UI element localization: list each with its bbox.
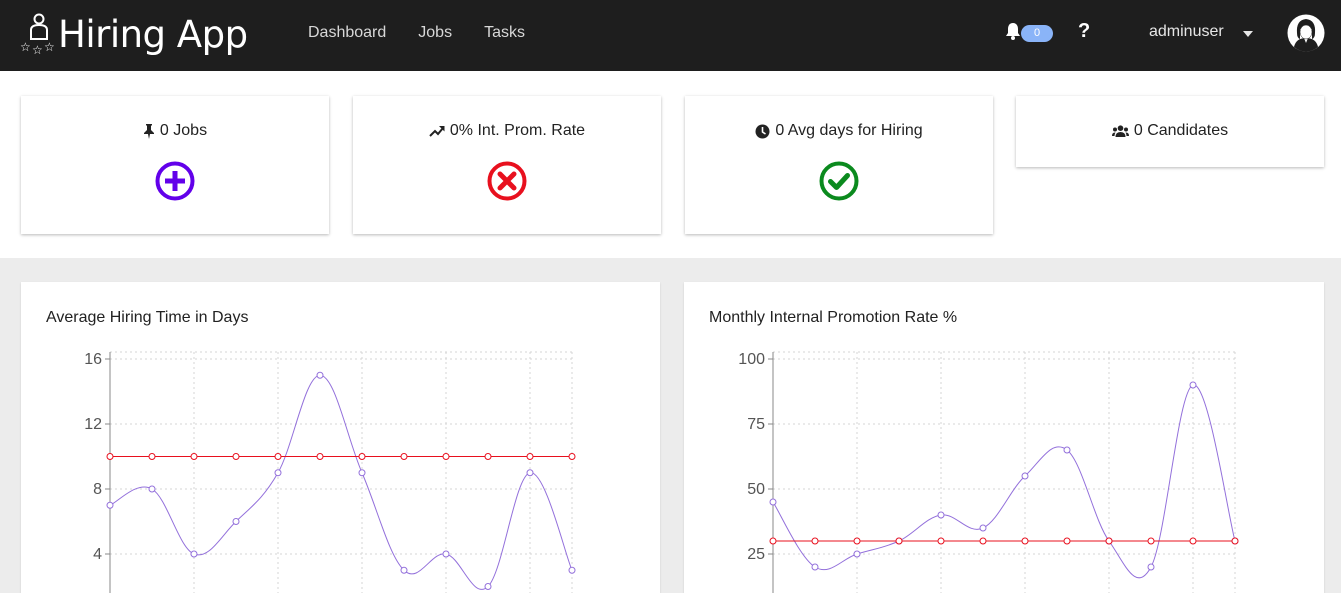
users-icon: [1111, 124, 1129, 137]
y-tick-label: 25: [747, 546, 765, 563]
series-point-0: [106, 501, 114, 509]
series-point-1: [358, 453, 366, 460]
series-point-1: [400, 453, 408, 460]
nav-dashboard[interactable]: Dashboard: [308, 24, 386, 42]
user-avatar-icon[interactable]: [1287, 14, 1325, 52]
series-point-0: [316, 371, 324, 379]
nav-tasks[interactable]: Tasks: [484, 24, 525, 42]
notification-badge[interactable]: 0: [1021, 25, 1053, 42]
clock-icon: [755, 124, 770, 138]
trend-up-icon: [429, 126, 445, 137]
series-point-1: [769, 537, 777, 545]
svg-text:☆: ☆: [20, 40, 31, 54]
kpi-label-candidates: 0 Candidates: [1133, 122, 1229, 139]
chart-grid: [773, 351, 1236, 593]
svg-text:☆: ☆: [44, 40, 55, 54]
series-point-0: [1021, 472, 1029, 480]
series-point-1: [442, 453, 450, 460]
series-point-1: [1189, 537, 1197, 545]
chart-hiring-time: 4 8 12 16: [84, 351, 576, 593]
svg-text:☆: ☆: [32, 43, 43, 55]
series-point-1: [1021, 537, 1029, 545]
kpi-band: 0 Jobs 0% Int. Prom. Rate 0 Avg days for…: [0, 71, 1341, 258]
series-line-0: [772, 384, 1236, 579]
kpi-card-jobs[interactable]: 0 Jobs: [21, 96, 329, 234]
kpi-card-avg-days[interactable]: 0 Avg days for Hiring: [685, 96, 993, 234]
series-point-1: [148, 453, 156, 460]
series-point-0: [811, 563, 819, 571]
y-tick-label: 16: [84, 351, 102, 368]
series-point-1: [937, 537, 945, 545]
series-point-0: [190, 550, 198, 558]
kpi-label-avg-days: 0 Avg days for Hiring: [775, 122, 923, 139]
series-point-0: [274, 469, 282, 477]
brand[interactable]: ☆ ☆ ☆ Hiring App: [20, 10, 248, 58]
series-point-0: [1063, 446, 1071, 454]
series-line-0: [109, 374, 573, 590]
app-logo-icon: ☆ ☆ ☆: [20, 13, 55, 55]
series-point-1: [1231, 537, 1239, 545]
app-title: Hiring App: [58, 12, 248, 56]
pin-icon: [143, 123, 154, 139]
y-tick-label: 100: [738, 351, 765, 368]
chart-card-promotion-rate: Monthly Internal Promotion Rate % 25 50 75…: [684, 282, 1324, 593]
series-point-0: [148, 485, 156, 493]
kpi-card-promotion-rate[interactable]: 0% Int. Prom. Rate: [353, 96, 661, 234]
kpi-label-promotion-rate: 0% Int. Prom. Rate: [449, 122, 586, 139]
series-point-0: [442, 550, 450, 558]
kpi-label-jobs: 0 Jobs: [159, 122, 208, 139]
chart-grid: [110, 351, 573, 593]
series-point-0: [400, 566, 408, 574]
series-point-1: [853, 537, 861, 545]
series-point-0: [568, 566, 576, 574]
chart-card-hiring-time: Average Hiring Time in Days 4 8 12 16: [21, 282, 660, 593]
series-point-0: [1189, 381, 1197, 389]
bell-icon[interactable]: [1005, 22, 1021, 40]
series-point-0: [526, 469, 534, 477]
main-nav: Dashboard Jobs Tasks: [308, 24, 557, 42]
plus-circle-icon[interactable]: [154, 160, 196, 202]
series-point-0: [979, 524, 987, 532]
y-tick-label: 12: [84, 416, 102, 433]
check-circle-icon[interactable]: [818, 160, 860, 202]
series-point-1: [811, 537, 819, 545]
kpi-title-jobs: 0 Jobs: [21, 122, 329, 140]
series-point-0: [232, 518, 240, 525]
series-point-1: [1105, 537, 1113, 545]
series-point-1: [106, 453, 114, 460]
kpi-title-avg-days: 0 Avg days for Hiring: [685, 122, 993, 140]
series-point-1: [1063, 537, 1071, 545]
kpi-card-candidates[interactable]: 0 Candidates: [1016, 96, 1324, 167]
user-menu-name[interactable]: adminuser: [1149, 23, 1224, 41]
series-point-0: [358, 469, 366, 477]
chart-promotion-rate: 25 50 75 100: [738, 351, 1239, 593]
y-tick-label: 75: [747, 416, 765, 433]
series-point-0: [937, 511, 945, 519]
series-point-1: [232, 453, 240, 460]
help-button[interactable]: ?: [1078, 20, 1090, 43]
series-point-0: [769, 498, 777, 506]
kpi-title-candidates: 0 Candidates: [1016, 122, 1324, 140]
series-point-1: [568, 453, 576, 460]
series-point-1: [1147, 537, 1155, 545]
times-circle-icon[interactable]: [486, 160, 528, 202]
kpi-title-promotion-rate: 0% Int. Prom. Rate: [353, 122, 661, 140]
series-point-0: [1147, 563, 1155, 571]
series-point-1: [274, 453, 282, 460]
series-point-1: [190, 453, 198, 460]
y-tick-label: 8: [93, 481, 102, 498]
series-point-1: [895, 537, 903, 545]
series-point-1: [979, 537, 987, 545]
y-tick-label: 4: [93, 546, 102, 563]
series-point-0: [853, 550, 861, 558]
caret-down-icon[interactable]: [1243, 31, 1253, 37]
nav-jobs[interactable]: Jobs: [418, 24, 452, 42]
series-point-1: [526, 453, 534, 460]
top-navbar: ☆ ☆ ☆ Hiring App Dashboard Jobs Tasks 0 …: [0, 0, 1341, 71]
series-point-0: [484, 583, 492, 590]
y-tick-label: 50: [747, 481, 765, 498]
series-point-1: [484, 453, 492, 460]
series-point-1: [316, 453, 324, 460]
